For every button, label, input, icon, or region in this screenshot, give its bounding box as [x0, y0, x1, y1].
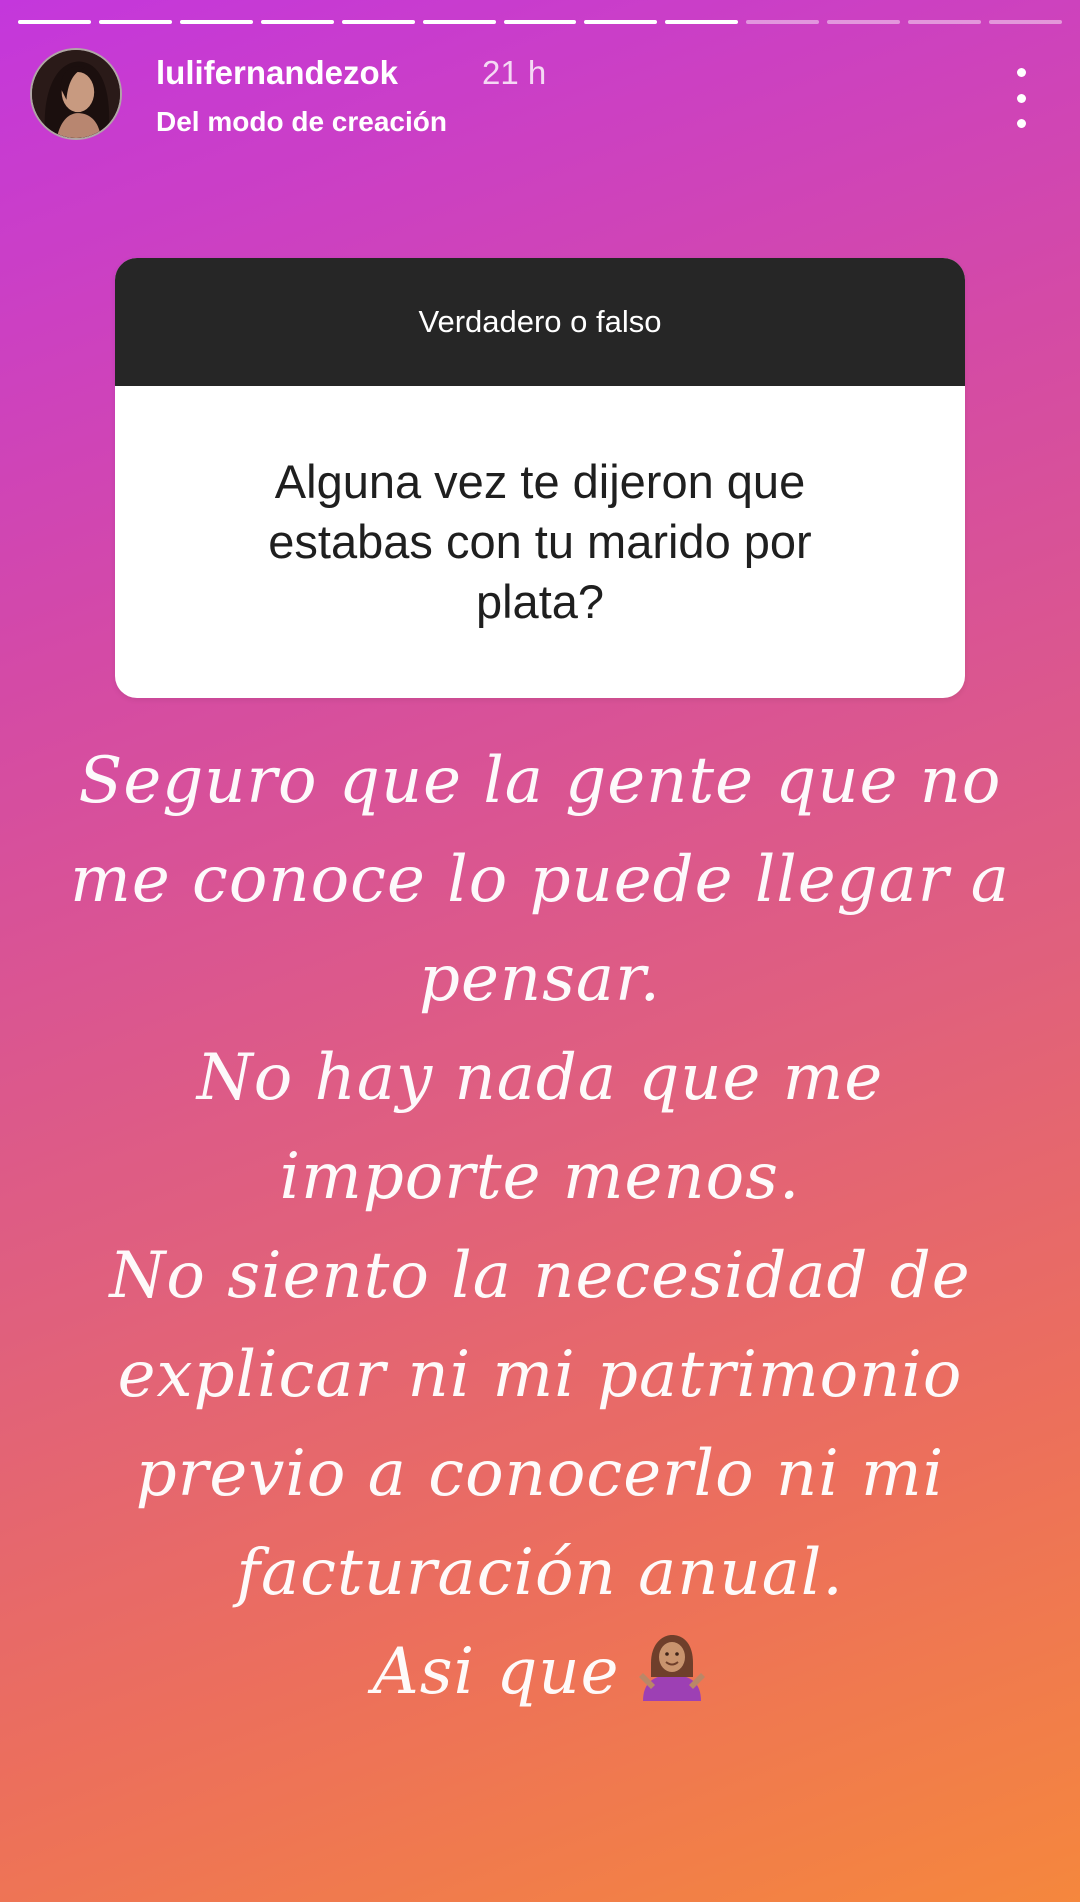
story-progress-fill [665, 20, 739, 24]
story-progress-segment [98, 20, 172, 24]
story-source-label[interactable]: Del modo de creación [156, 106, 447, 138]
story-progress-fill [179, 20, 253, 24]
story-text-line: pensar. [419, 942, 661, 1016]
story-progress-segment [422, 20, 496, 24]
story-progress-fill [422, 20, 496, 24]
story-progress-segment [260, 20, 334, 24]
story-progress-bar [18, 20, 1062, 24]
story-text-line: importe menos. [279, 1140, 801, 1214]
story-progress-fill [98, 20, 172, 24]
username[interactable]: lulifernandezok [156, 54, 398, 92]
more-dot [1016, 93, 1026, 103]
question-sticker-header: Verdadero o falso [115, 258, 965, 386]
story-progress-fill [260, 20, 334, 24]
story-progress-segment [179, 20, 253, 24]
more-dot [1016, 119, 1026, 128]
story-progress-segment [908, 20, 982, 24]
story-progress-segment [665, 20, 739, 24]
story-progress-segment [341, 20, 415, 24]
story-header: lulifernandezok 21 h Del modo de creació… [30, 48, 1050, 144]
story-text-last-line: Asi que [40, 1623, 1040, 1722]
story-text-line: No hay nada que me [196, 1041, 884, 1115]
story-progress-segment [827, 20, 901, 24]
story-progress-fill [341, 20, 415, 24]
story-progress-segment [18, 20, 91, 24]
story-text: Seguro que la gente que no me conoce lo … [40, 732, 1040, 1722]
story-text-line: Seguro que la gente que no [78, 744, 1002, 818]
question-sticker: Verdadero o falso Alguna vez te dijeron … [115, 258, 965, 698]
avatar-image [32, 50, 120, 138]
story-time: 21 h [482, 54, 547, 91]
more-vertical-icon[interactable] [1006, 68, 1036, 128]
story-progress-segment [503, 20, 577, 24]
story-text-line: Asi que [372, 1635, 620, 1709]
question-text: Alguna vez te dijeron que estabas con tu… [268, 455, 812, 628]
story-text-line: explicar ni mi patrimonio [117, 1338, 963, 1412]
story-text-line: facturación anual. [236, 1536, 844, 1610]
more-dot [1016, 68, 1026, 77]
story-progress-fill [18, 20, 91, 24]
story-progress-fill [503, 20, 577, 24]
story-progress-fill [584, 20, 658, 24]
story-progress-segment [584, 20, 658, 24]
avatar[interactable] [30, 48, 122, 140]
person-shrugging-emoji [637, 1633, 707, 1703]
story-text-line: No siento la necesidad de [109, 1239, 971, 1313]
story-viewer[interactable]: lulifernandezok 21 h Del modo de creació… [0, 0, 1080, 1902]
story-text-line: me conoce lo puede llegar a [70, 843, 1010, 917]
story-progress-segment [746, 20, 820, 24]
story-text-line: previo a conocerlo ni mi [135, 1437, 945, 1511]
story-progress-segment [989, 20, 1062, 24]
